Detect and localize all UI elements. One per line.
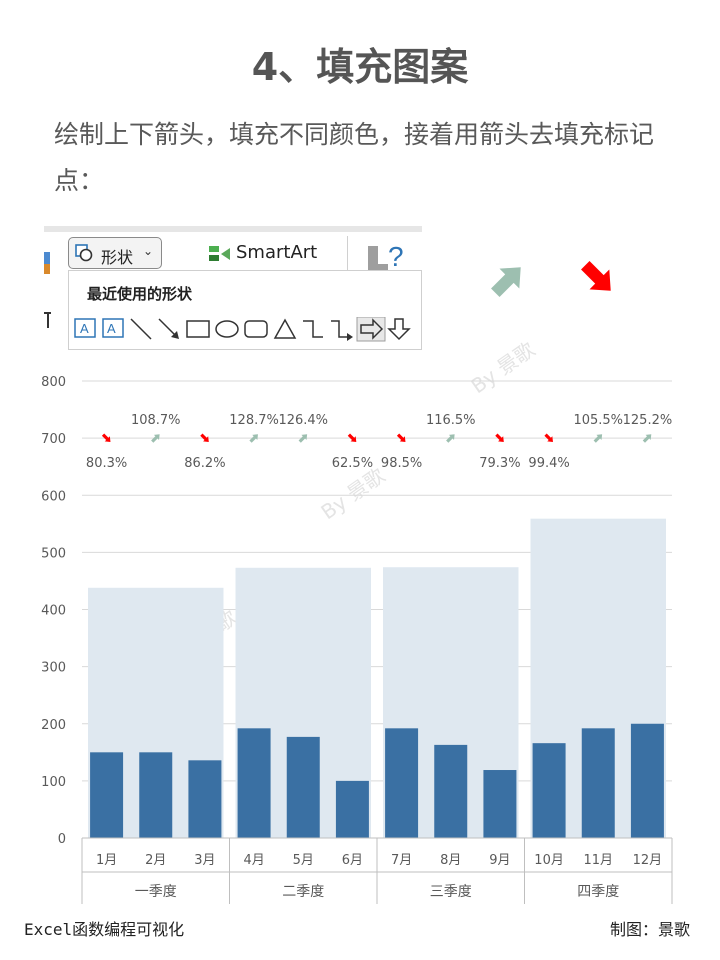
x-tick-label: 4月 [243, 853, 264, 868]
vertical-textbox-shape-icon[interactable]: A [102, 318, 124, 338]
marker-percent-label: 79.3% [479, 456, 520, 471]
footer-credit: 制图：景歌 [609, 920, 690, 939]
marker-percent-label: 126.4% [278, 413, 328, 428]
y-tick-label: 100 [41, 775, 66, 790]
marker-percent-label: 116.5% [426, 413, 476, 428]
marker-percent-label: 105.5% [573, 413, 623, 428]
y-tick-label: 0 [58, 832, 66, 847]
group-label: 二季度 [282, 884, 324, 900]
y-tick-label: 700 [41, 432, 66, 447]
y-tick-label: 500 [41, 546, 66, 561]
y-tick-label: 600 [41, 489, 66, 504]
rectangle-shape-icon[interactable] [186, 320, 210, 338]
elbow-connector-icon[interactable] [303, 320, 323, 338]
x-tick-label: 5月 [293, 853, 314, 868]
recent-shapes-gallery: A A [74, 317, 411, 342]
recent-shapes-header: 最近使用的形状 [87, 285, 193, 303]
ribbon-snippet: 形状 ⌄ SmartArt ? 最近使用的形状 A A [44, 226, 422, 350]
marker-percent-label: 128.7% [229, 413, 279, 428]
intro-text: 绘制上下箭头，填充不同颜色，接着用箭头去填充标记点： [54, 120, 655, 195]
month-bar [385, 728, 419, 838]
month-bar [188, 760, 222, 838]
svg-text:A: A [80, 321, 89, 336]
footer-brand: Excel函数编程可视化 [24, 920, 185, 939]
y-tick-label: 400 [41, 604, 66, 619]
ribbon-top-band [44, 226, 422, 232]
chevron-down-icon: ⌄ [143, 244, 154, 258]
month-bar [90, 752, 124, 838]
x-tick-label: 12月 [633, 853, 663, 868]
group-label: 三季度 [430, 884, 472, 900]
y-tick-label: 300 [41, 661, 66, 676]
shape-button-label: 形状 [101, 248, 134, 267]
x-tick-label: 3月 [194, 853, 215, 868]
x-tick-label: 7月 [391, 853, 412, 868]
month-bar [139, 752, 173, 838]
chart-area: 80.3% 108.7% 86.2% 128.7% 126.4% 62.5% 98.5% 11… [41, 375, 673, 904]
elbow-arrow-connector-icon[interactable] [331, 320, 353, 341]
month-bar [434, 744, 468, 838]
up-arrow-sample-icon [491, 267, 521, 297]
oval-shape-icon[interactable] [215, 320, 239, 338]
line-shape-icon[interactable] [130, 318, 152, 340]
x-tick-label: 1月 [96, 853, 117, 868]
month-bar [335, 780, 369, 838]
marker-percent-label: 62.5% [332, 456, 373, 471]
marker-percent-label: 80.3% [86, 456, 127, 471]
marker-percent-label: 99.4% [528, 456, 569, 471]
month-bar [532, 743, 566, 838]
smartart-label: SmartArt [236, 242, 318, 263]
right-arrow-shape-icon[interactable] [356, 317, 386, 342]
arrow-line-shape-icon[interactable] [158, 318, 179, 339]
month-bar [581, 728, 615, 838]
ribbon-left-fragment [44, 252, 51, 328]
triangle-shape-icon[interactable] [273, 318, 297, 339]
shape-icon [75, 244, 93, 262]
marker-percent-label: 86.2% [184, 456, 225, 471]
x-tick-label: 9月 [489, 853, 510, 868]
group-label: 一季度 [135, 884, 177, 900]
y-tick-label: 200 [41, 718, 66, 733]
x-tick-label: 2月 [145, 853, 166, 868]
y-tick-label: 800 [41, 375, 66, 390]
marker-percent-label: 98.5% [381, 456, 422, 471]
textbox-shape-icon[interactable]: A [74, 318, 96, 338]
marker-percent-label: 125.2% [623, 413, 673, 428]
month-bar [286, 736, 320, 838]
group-label: 四季度 [577, 884, 619, 900]
shape-button[interactable]: 形状 ⌄ [68, 237, 162, 269]
x-tick-label: 10月 [534, 853, 564, 868]
rounded-rectangle-shape-icon[interactable] [244, 320, 268, 338]
smartart-icon [209, 246, 230, 261]
page-title: 4、填充图案 [251, 45, 469, 89]
x-tick-label: 6月 [342, 853, 363, 868]
marker-percent-label: 108.7% [131, 413, 181, 428]
down-arrow-sample-icon [581, 261, 611, 291]
svg-text:?: ? [388, 241, 404, 272]
month-bar [630, 723, 664, 838]
down-arrow-shape-icon[interactable] [387, 318, 411, 341]
month-bar [237, 728, 271, 838]
month-bar [483, 770, 517, 838]
x-tick-label: 11月 [583, 853, 613, 868]
shapes-dropdown: 最近使用的形状 A A [68, 270, 422, 350]
svg-text:A: A [107, 321, 116, 336]
ribbon-separator [347, 236, 348, 270]
x-tick-label: 8月 [440, 853, 461, 868]
